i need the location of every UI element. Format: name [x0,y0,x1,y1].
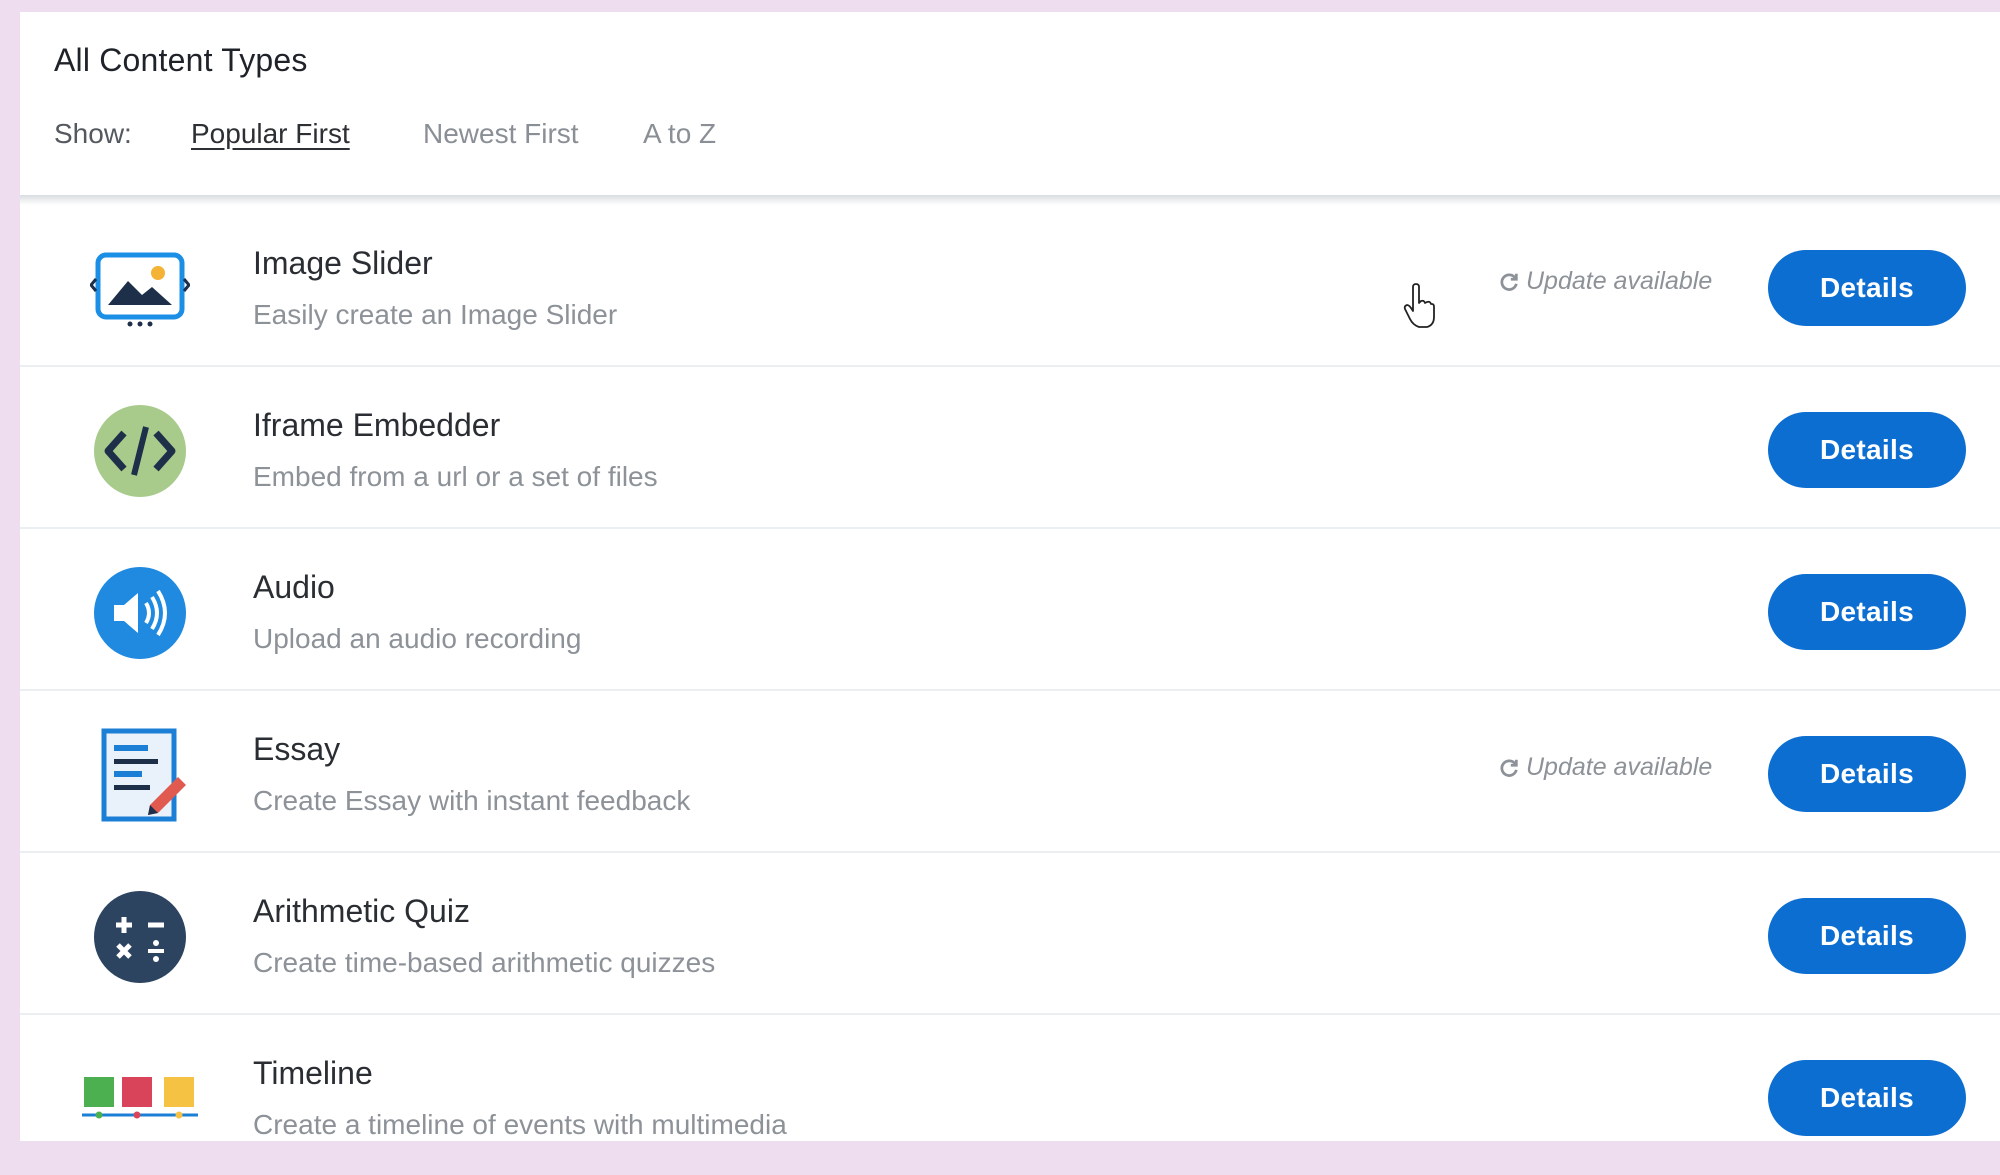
content-type-panel: All Content Types Show: Popular First Ne… [20,12,2000,1141]
essay-icon [70,725,210,825]
content-type-row-iframe-embedder[interactable]: Iframe Embedder Embed from a url or a se… [20,367,2000,529]
content-type-row-essay[interactable]: Essay Create Essay with instant feedback… [20,691,2000,853]
content-type-description: Embed from a url or a set of files [253,461,658,492]
content-type-title: Audio [253,569,335,605]
hand-cursor-icon [1403,283,1435,328]
content-type-description: Create time-based arithmetic quizzes [253,947,716,978]
details-button[interactable]: Details [1768,412,1966,488]
refresh-icon [1500,273,1518,291]
details-button[interactable]: Details [1768,1060,1966,1136]
update-available-label: Update available [1526,753,1713,781]
refresh-icon [1500,759,1518,777]
timeline-icon [70,1049,210,1149]
calculator-icon [70,887,210,987]
details-button[interactable]: Details [1768,250,1966,326]
content-type-description: Create a timeline of events with multime… [253,1109,787,1140]
content-type-title: Timeline [253,1055,373,1091]
content-type-row-arithmetic-quiz[interactable]: Arithmetic Quiz Create time-based arithm… [20,853,2000,1015]
content-type-title: Image Slider [253,245,433,281]
sort-newest-first[interactable]: Newest First [423,118,579,150]
header-divider [20,195,2000,205]
sort-a-to-z[interactable]: A to Z [643,118,716,150]
content-type-title: Iframe Embedder [253,407,501,443]
content-type-row-image-slider[interactable]: Image Slider Easily create an Image Slid… [20,205,2000,367]
show-label: Show: [54,118,132,149]
content-type-title: Arithmetic Quiz [253,893,470,929]
code-icon [70,401,210,501]
sort-popular-first[interactable]: Popular First [191,118,350,150]
details-button[interactable]: Details [1768,898,1966,974]
content-type-description: Create Essay with instant feedback [253,785,691,816]
content-type-title: Essay [253,731,341,767]
update-available-badge: Update available [1498,753,1712,782]
content-type-description: Easily create an Image Slider [253,299,618,330]
content-type-description: Upload an audio recording [253,623,582,654]
content-type-row-timeline[interactable]: Timeline Create a timeline of events wit… [20,1015,2000,1175]
page-title: All Content Types [54,42,308,78]
details-button[interactable]: Details [1768,736,1966,812]
speaker-icon [70,563,210,663]
details-button[interactable]: Details [1768,574,1966,650]
content-type-row-audio[interactable]: Audio Upload an audio recording Details [20,529,2000,691]
update-available-badge: Update available [1498,267,1712,296]
image-slider-icon [70,239,210,339]
update-available-label: Update available [1526,267,1713,295]
content-types-header: All Content Types Show: Popular First Ne… [20,12,2000,195]
